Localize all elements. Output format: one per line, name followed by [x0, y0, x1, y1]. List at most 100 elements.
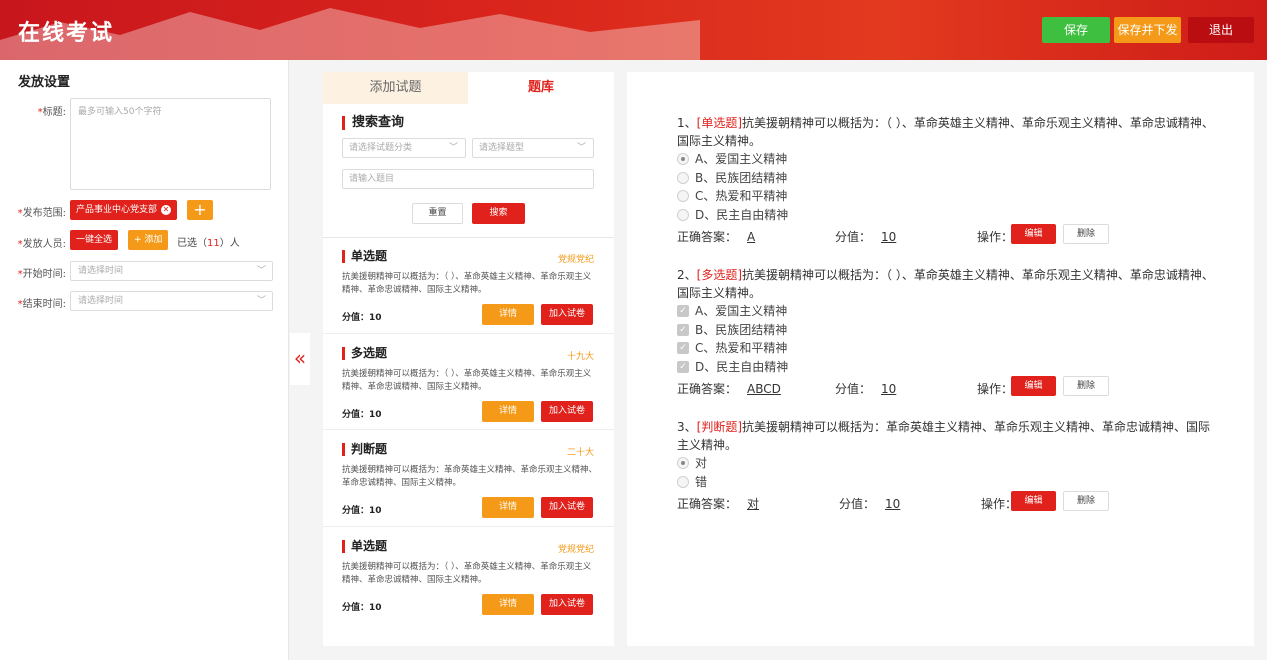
add-to-paper-button[interactable]: 加入试卷	[541, 401, 593, 422]
edit-button[interactable]: 编辑	[1011, 224, 1056, 244]
card-score: 分值：10	[342, 603, 382, 613]
close-icon[interactable]: ✕	[161, 205, 172, 215]
option[interactable]: C、热爱和平精神	[677, 187, 1217, 206]
delete-button[interactable]: 删除	[1063, 491, 1109, 511]
delete-button[interactable]: 删除	[1063, 376, 1109, 396]
chevron-down-icon: ﹀	[448, 143, 458, 153]
search-button[interactable]: 搜索	[472, 203, 525, 224]
question-card: 单选题 党规党纪 抗美援朝精神可以概括为：（ ）、革命英雄主义精神、革命乐观主义…	[323, 528, 614, 624]
plus-icon: +	[193, 200, 207, 219]
radio-icon[interactable]	[677, 153, 689, 165]
type-select[interactable]: 请选择题型 ﹀	[472, 138, 594, 158]
edit-button[interactable]: 编辑	[1011, 376, 1056, 396]
card-type: 单选题	[342, 540, 387, 553]
add-people-button[interactable]: + 添加	[128, 230, 169, 250]
option[interactable]: 对	[677, 454, 1217, 473]
card-score: 分值：10	[342, 313, 382, 323]
title-input[interactable]: 最多可输入50个字符	[70, 98, 271, 190]
paper-preview-panel: 1、[单选题]抗美援朝精神可以概括为：（ ）、革命英雄主义精神、革命乐观主义精神…	[627, 72, 1254, 646]
question-card: 多选题 十九大 抗美援朝精神可以概括为：（ ）、革命英雄主义精神、革命乐观主义精…	[323, 335, 614, 431]
radio-icon[interactable]	[677, 208, 689, 221]
tab-question-bank[interactable]: 题库	[468, 72, 614, 104]
tab-add-question[interactable]: 添加试题	[323, 72, 468, 104]
question-bank-panel: 添加试题 题库 搜索查询 请选择试题分类 ﹀ 请选择题型 ﹀ 请输入题目 重置 搜索…	[323, 72, 614, 646]
option[interactable]: 错	[677, 473, 1217, 492]
settings-panel: 发放设置 *标题: 最多可输入50个字符 *发布范围: 产品事业中心党支部 ✕ +…	[0, 60, 289, 660]
select-all-button[interactable]: 一键全选	[70, 230, 119, 250]
option[interactable]: B、民族团结精神	[677, 169, 1217, 188]
checkbox-checked-icon[interactable]: ✓	[677, 360, 689, 373]
radio-icon[interactable]	[677, 457, 689, 469]
operation-label: 操作：	[977, 230, 1014, 244]
add-to-paper-button[interactable]: 加入试卷	[541, 304, 593, 325]
end-time-label: *结束时间:	[17, 299, 66, 310]
option[interactable]: A、爱国主义精神	[677, 150, 1217, 169]
operation-label: 操作：	[977, 382, 1014, 396]
detail-button[interactable]: 详情	[482, 304, 534, 325]
detail-button[interactable]: 详情	[482, 497, 534, 518]
radio-icon[interactable]	[677, 171, 689, 184]
question-meta: 正确答案：对 分值： 10 操作： 编辑 删除	[677, 491, 1217, 515]
delete-button[interactable]: 删除	[1063, 224, 1109, 244]
keyword-input[interactable]: 请输入题目	[342, 169, 594, 189]
card-desc: 抗美援朝精神可以概括为：（ ）、革命英雄主义精神、革命乐观主义精神、革命忠诚精神…	[342, 369, 592, 392]
card-desc: 抗美援朝精神可以概括为：（ ）、革命英雄主义精神、革命乐观主义精神、革命忠诚精神…	[342, 562, 592, 585]
chevron-down-icon: ﹀	[256, 296, 266, 306]
card-desc: 抗美援朝精神可以概括为：革命英雄主义精神、革命乐观主义精神、革命忠诚精神、国际主…	[342, 465, 598, 488]
category-select[interactable]: 请选择试题分类 ﹀	[342, 138, 466, 158]
option[interactable]: D、民主自由精神	[677, 206, 1217, 225]
paper-question: 2、[多选题]抗美援朝精神可以概括为：（ ）、革命英雄主义精神、革命乐观主义精神…	[677, 266, 1217, 400]
card-divider	[323, 333, 614, 334]
card-type: 判断题	[342, 443, 387, 456]
paper-question: 1、[单选题]抗美援朝精神可以概括为：（ ）、革命英雄主义精神、革命乐观主义精神…	[677, 114, 1217, 248]
card-type: 多选题	[342, 347, 387, 360]
start-time-input[interactable]: 请选择时间 ﹀	[70, 261, 273, 281]
card-tag: 党规党纪	[557, 255, 594, 265]
card-tag: 党规党纪	[557, 545, 594, 555]
collapse-toggle[interactable]: «	[290, 333, 310, 385]
checkbox-checked-icon[interactable]: ✓	[677, 323, 689, 336]
bank-tabs: 添加试题 题库	[323, 72, 614, 104]
exit-button[interactable]: 退出	[1188, 17, 1254, 43]
start-time-label: *开始时间:	[17, 269, 66, 280]
radio-icon[interactable]	[677, 475, 689, 488]
reset-button[interactable]: 重置	[412, 203, 463, 224]
scope-tag[interactable]: 产品事业中心党支部 ✕	[70, 200, 178, 220]
add-scope-button[interactable]: +	[187, 200, 213, 220]
chevron-down-icon: ﹀	[256, 266, 266, 276]
question-text: 1、[单选题]抗美援朝精神可以概括为：（ ）、革命英雄主义精神、革命乐观主义精神…	[677, 116, 1214, 148]
edit-button[interactable]: 编辑	[1011, 491, 1056, 511]
card-desc: 抗美援朝精神可以概括为：（ ）、革命英雄主义精神、革命乐观主义精神、革命忠诚精神…	[342, 272, 592, 295]
app-title: 在线考试	[18, 21, 115, 46]
paper-question: 3、[判断题]抗美援朝精神可以概括为：革命英雄主义精神、革命乐观主义精神、革命忠…	[677, 418, 1217, 515]
scope-label: *发布范围:	[17, 208, 66, 219]
option[interactable]: ✓ A、爱国主义精神	[677, 302, 1217, 321]
option[interactable]: ✓ C、热爱和平精神	[677, 339, 1217, 358]
score: 分值： 10	[835, 230, 897, 244]
people-label: *发放人员:	[17, 239, 66, 250]
selected-count: 已选（11）人	[177, 238, 240, 249]
answer: 正确答案： ABCD	[677, 382, 781, 396]
card-tag: 十九大	[566, 352, 594, 362]
option[interactable]: ✓ D、民主自由精神	[677, 358, 1217, 377]
save-button[interactable]: 保存	[1042, 17, 1110, 43]
answer: 正确答案：对	[677, 497, 760, 511]
checkbox-checked-icon[interactable]: ✓	[677, 342, 689, 354]
add-to-paper-button[interactable]: 加入试卷	[541, 497, 593, 518]
radio-icon[interactable]	[677, 190, 689, 202]
settings-title: 发放设置	[18, 75, 71, 90]
checkbox-checked-icon[interactable]: ✓	[677, 305, 689, 317]
title-label: *标题:	[37, 107, 66, 118]
header-bar: 在线考试 保存 保存并下发 退出	[0, 0, 1267, 60]
end-time-input[interactable]: 请选择时间 ﹀	[70, 291, 273, 311]
add-to-paper-button[interactable]: 加入试卷	[541, 594, 593, 615]
detail-button[interactable]: 详情	[482, 594, 534, 615]
question-text: 3、[判断题]抗美援朝精神可以概括为：革命英雄主义精神、革命乐观主义精神、革命忠…	[677, 420, 1211, 452]
search-section-title: 搜索查询	[342, 116, 404, 130]
answer: 正确答案： A	[677, 230, 756, 244]
save-and-send-button[interactable]: 保存并下发	[1114, 17, 1181, 43]
detail-button[interactable]: 详情	[482, 401, 534, 422]
card-tag: 二十大	[566, 448, 594, 458]
option[interactable]: ✓ B、民族团结精神	[677, 321, 1217, 340]
question-text: 2、[多选题]抗美援朝精神可以概括为：（ ）、革命英雄主义精神、革命乐观主义精神…	[677, 268, 1214, 300]
